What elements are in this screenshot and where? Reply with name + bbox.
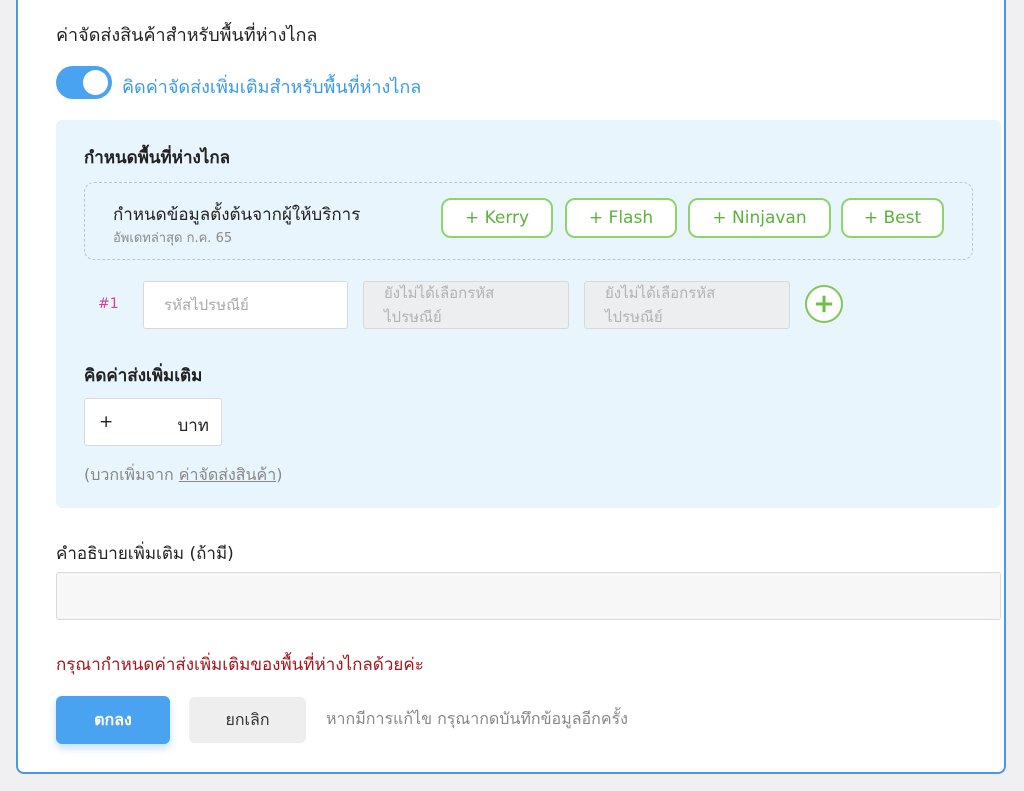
zip-select-disabled-2: ยังไม่ได้เลือกรหัสไปรษณีย์: [584, 281, 790, 329]
hint-suffix: ): [276, 465, 283, 484]
zip-code-input[interactable]: รหัสไปรษณีย์: [143, 281, 348, 329]
shipping-fee-link[interactable]: ค่าจัดส่งสินค้า: [179, 465, 276, 484]
error-message: กรุณากำหนดค่าส่งเพิ่มเติมของพื้นที่ห่างไ…: [56, 655, 424, 675]
extra-fee-input[interactable]: + บาท: [84, 398, 222, 446]
add-ninjavan-button[interactable]: + Ninjavan: [688, 198, 831, 238]
zip-select-disabled-1: ยังไม่ได้เลือกรหัสไปรษณีย์: [363, 281, 569, 329]
extra-fee-prefix: +: [99, 412, 114, 432]
provider-title: กำหนดข้อมูลตั้งต้นจากผู้ให้บริการ: [113, 205, 361, 225]
save-hint: หากมีการแก้ไข กรุณากดบันทึกข้อมูลอีกครั้…: [326, 709, 628, 728]
description-label: คำอธิบายเพิ่มเติม (ถ้ามี): [56, 544, 234, 564]
toggle-knob: [83, 70, 108, 95]
remote-area-settings-card: ค่าจัดส่งสินค้าสำหรับพื้นที่ห่างไกล คิดค…: [16, 0, 1006, 774]
remote-area-panel: กำหนดพื้นที่ห่างไกล กำหนดข้อมูลตั้งต้นจา…: [56, 120, 1001, 508]
add-best-button[interactable]: + Best: [841, 198, 944, 238]
ok-button[interactable]: ตกลง: [56, 696, 170, 744]
add-zip-row-icon[interactable]: +: [805, 285, 843, 323]
cancel-button[interactable]: ยกเลิก: [189, 697, 306, 743]
remote-area-toggle[interactable]: [56, 66, 112, 99]
provider-defaults-box: กำหนดข้อมูลตั้งต้นจากผู้ให้บริการ อัพเดท…: [84, 182, 973, 260]
extra-fee-title: คิดค่าส่งเพิ่มเติม: [84, 366, 203, 386]
provider-updated-date: อัพเดทล่าสุด ก.ค. 65: [113, 231, 233, 246]
extra-fee-unit: บาท: [177, 416, 209, 436]
description-input[interactable]: [56, 572, 1001, 620]
section-title: ค่าจัดส่งสินค้าสำหรับพื้นที่ห่างไกล: [56, 25, 318, 46]
hint-prefix: (บวกเพิ่มจาก: [84, 465, 179, 484]
panel-title: กำหนดพื้นที่ห่างไกล: [84, 148, 231, 168]
extra-fee-hint: (บวกเพิ่มจาก ค่าจัดส่งสินค้า): [84, 463, 282, 488]
add-flash-button[interactable]: + Flash: [565, 198, 677, 238]
toggle-label[interactable]: คิดค่าจัดส่งเพิ่มเติมสำหรับพื้นที่ห่างไก…: [122, 72, 421, 101]
add-kerry-button[interactable]: + Kerry: [441, 198, 553, 238]
zip-row-number: #1: [98, 296, 119, 312]
